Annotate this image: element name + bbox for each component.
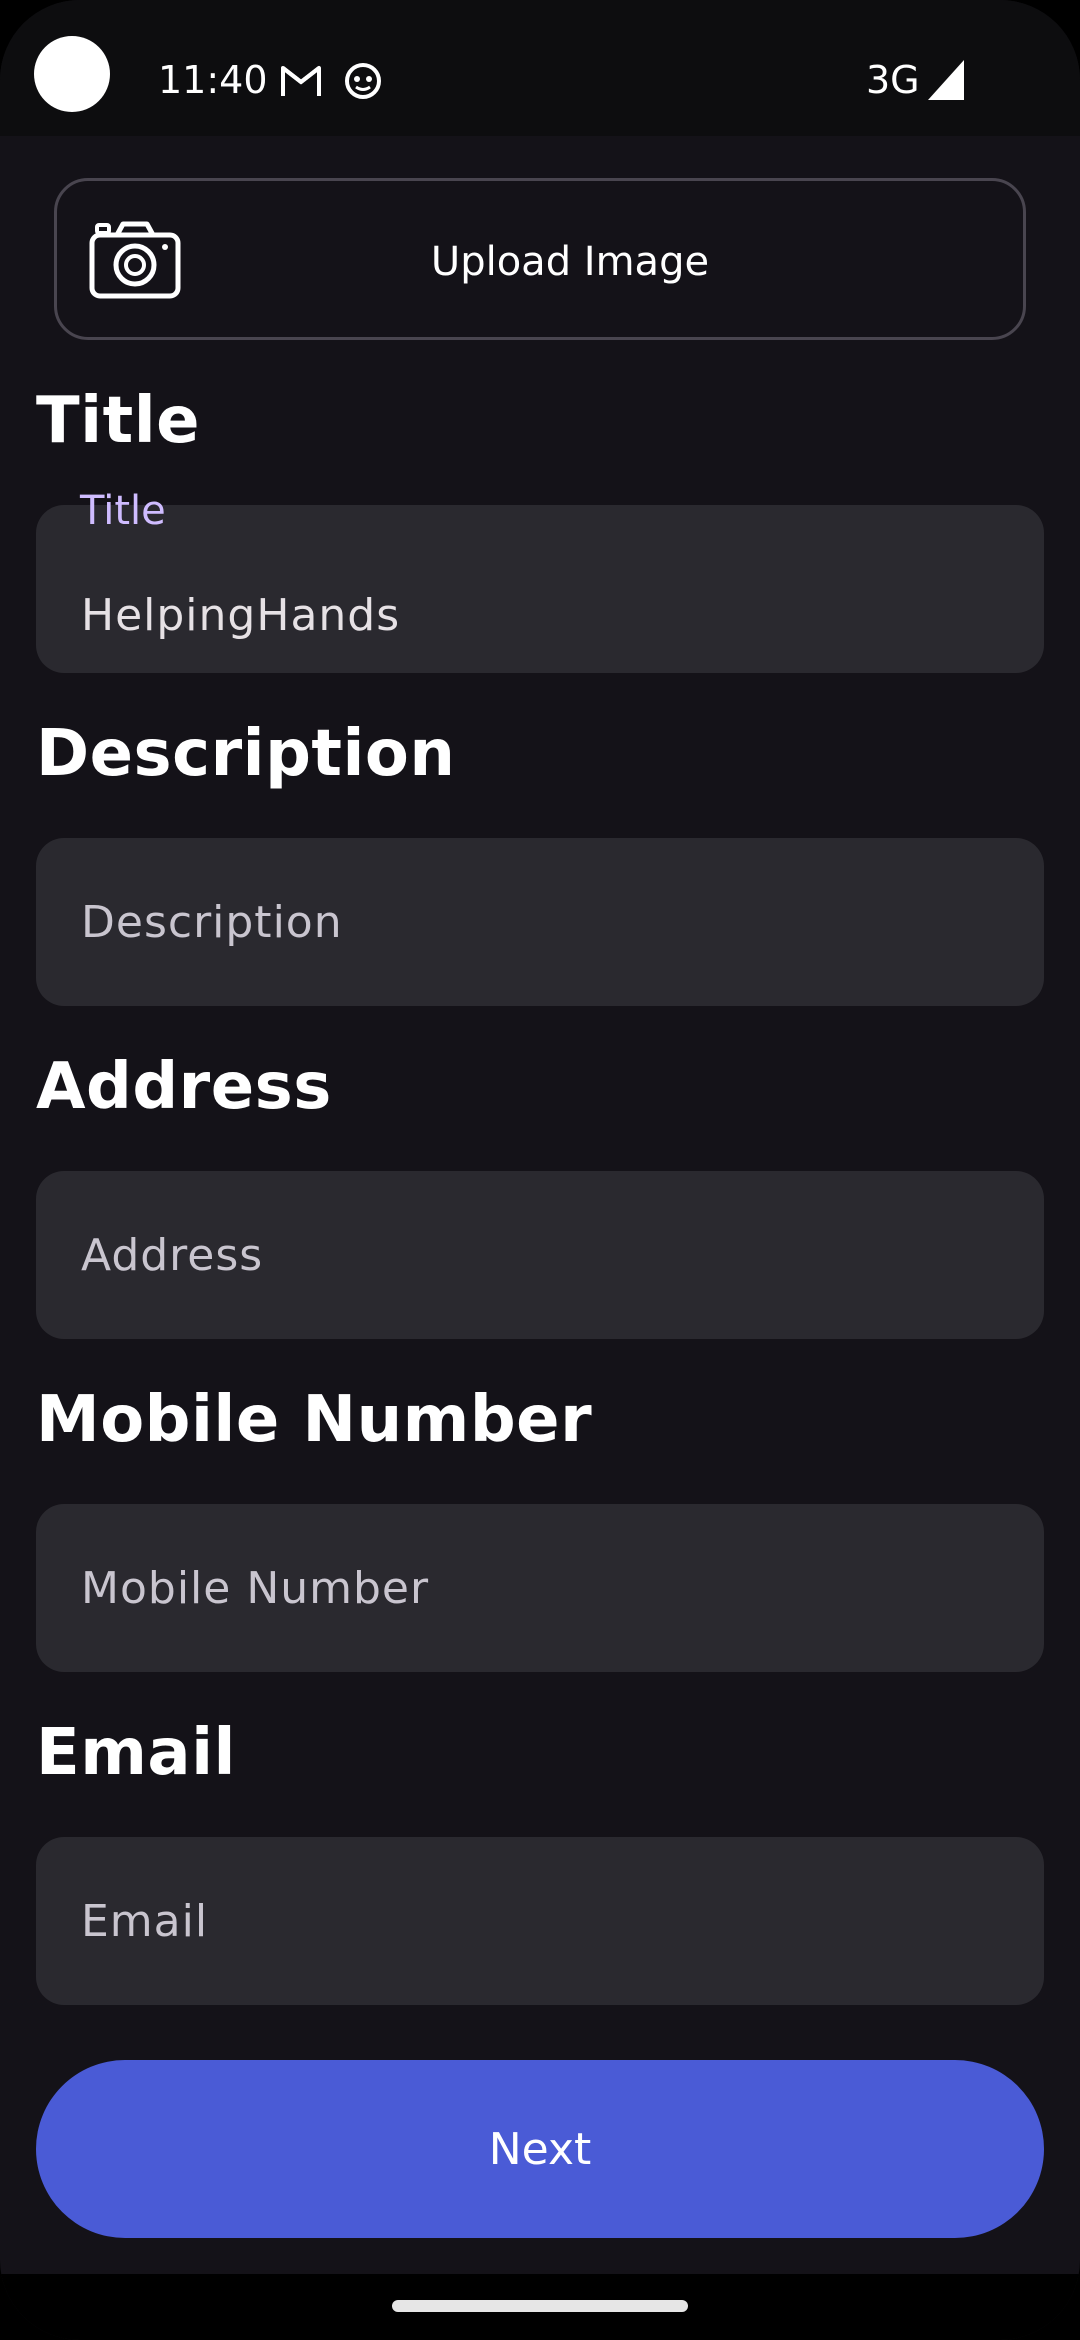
address-field[interactable] (36, 1171, 1044, 1339)
title-field[interactable] (36, 505, 1044, 699)
network-type: 3G (866, 58, 920, 102)
status-time: 11:40 (158, 58, 268, 102)
next-button[interactable]: Next (36, 2060, 1044, 2238)
title-floating-label: Title (80, 488, 166, 534)
home-gesture-handle[interactable] (392, 2300, 688, 2312)
email-field[interactable] (36, 1837, 1044, 2005)
cell-signal-icon (928, 60, 964, 100)
email-input[interactable] (81, 1837, 1001, 2005)
email-heading: Email (36, 1716, 236, 1790)
address-heading: Address (36, 1050, 332, 1124)
description-field[interactable] (36, 838, 1044, 1006)
description-input[interactable] (81, 838, 1001, 1006)
mobile-input[interactable] (81, 1504, 1001, 1672)
address-input[interactable] (81, 1171, 1001, 1339)
mobile-heading: Mobile Number (36, 1383, 593, 1457)
android-bot-icon (345, 63, 381, 99)
status-bar: 11:40 3G (0, 0, 1080, 136)
app-screen: 11:40 3G Upload Image Title T (0, 0, 1080, 2340)
camera-cutout (34, 36, 110, 112)
upload-image-label: Upload Image (430, 239, 710, 285)
title-heading: Title (36, 384, 201, 458)
mobile-field[interactable] (36, 1504, 1044, 1672)
title-input[interactable] (81, 531, 1001, 699)
gmail-icon (281, 66, 321, 96)
description-heading: Description (36, 717, 456, 791)
upload-image-button[interactable]: Upload Image (54, 178, 1026, 340)
